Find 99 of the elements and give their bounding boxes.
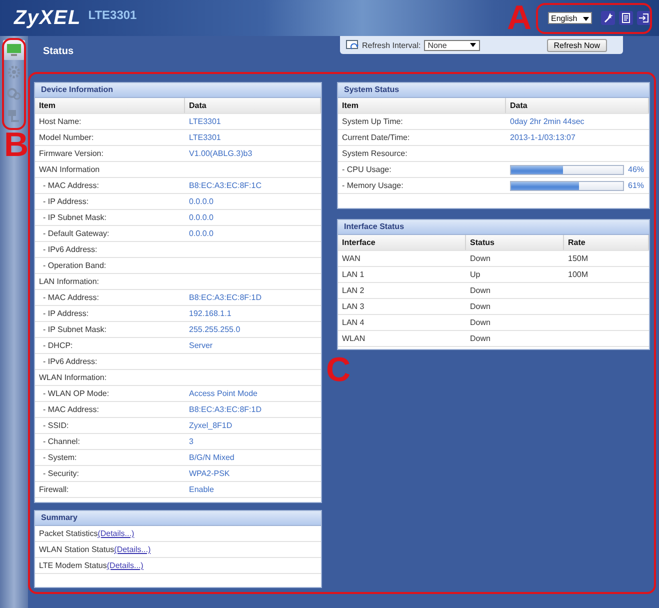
column-header: Data bbox=[506, 98, 649, 113]
table-cell-text: B8:EC:A3:EC:8F:1D bbox=[188, 405, 262, 414]
table-cell-text: - IP Subnet Mask: bbox=[42, 325, 108, 334]
table-cell-text: WLAN bbox=[341, 334, 366, 343]
panel-title: Interface Status bbox=[338, 220, 649, 235]
table-cell-text: Server bbox=[188, 341, 214, 350]
table-cell-text: Model Number: bbox=[38, 133, 95, 142]
table-cell-text: 192.168.1.1 bbox=[188, 309, 232, 318]
table-cell-text: B/G/N Mixed bbox=[188, 453, 236, 462]
page-title: Status bbox=[43, 46, 75, 57]
caret-icon bbox=[583, 16, 589, 20]
table-cell-text: System Up Time: bbox=[341, 117, 404, 126]
summary-label: LTE Modem Status bbox=[39, 561, 107, 570]
table-cell-text: Firewall: bbox=[38, 485, 70, 494]
usage-value: 61% bbox=[628, 181, 644, 190]
table-cell-text: Down bbox=[469, 318, 492, 327]
table-cell-text: LAN 4 bbox=[341, 318, 366, 327]
table-cell-text: - DHCP: bbox=[42, 341, 74, 350]
table-cell-text: Current Date/Time: bbox=[341, 133, 411, 142]
panel-title: System Status bbox=[338, 83, 649, 98]
table-cell-text: LAN 1 bbox=[341, 270, 366, 279]
table-cell-text: - Channel: bbox=[42, 437, 81, 446]
table-cell-text: - Security: bbox=[42, 469, 80, 478]
table-cell-text: WLAN Information: bbox=[38, 373, 108, 382]
callout-label: A bbox=[507, 1, 532, 35]
summary-label: Packet Statistics bbox=[39, 529, 98, 538]
table-cell-text: B8:EC:A3:EC:8F:1C bbox=[188, 181, 262, 190]
table-cell-text: Down bbox=[469, 254, 492, 263]
refresh-now-button[interactable]: Refresh Now bbox=[546, 38, 607, 52]
table-cell-text: Host Name: bbox=[38, 117, 82, 126]
table-cell-text: Down bbox=[469, 334, 492, 343]
table-cell-text: Firmware Version: bbox=[38, 149, 104, 158]
column-header: Item bbox=[338, 98, 506, 113]
table-cell-text: Up bbox=[469, 270, 482, 279]
logout-icon[interactable] bbox=[637, 11, 651, 25]
table-cell-text: Access Point Mode bbox=[188, 389, 258, 398]
table-cell-text: LTE3301 bbox=[188, 117, 222, 126]
table-cell-text: 2013-1-1/03:13:07 bbox=[509, 133, 576, 142]
table-cell-text: - IPv6 Address: bbox=[42, 245, 98, 254]
table-cell-text: 100M bbox=[567, 270, 590, 279]
monitor-icon[interactable] bbox=[6, 42, 22, 58]
refresh-interval-label: Refresh Interval: bbox=[362, 40, 421, 50]
table-cell-text: LAN 3 bbox=[341, 302, 366, 311]
table-cell-text: Zyxel_8F1D bbox=[188, 421, 234, 430]
table-cell-text: - Default Gateway: bbox=[42, 229, 110, 238]
table-cell-text: LAN Information: bbox=[38, 277, 100, 286]
usage-value: 46% bbox=[628, 165, 644, 174]
table-cell-text: 0day 2hr 2min 44sec bbox=[509, 117, 586, 126]
table-cell-text: LTE3301 bbox=[188, 133, 222, 142]
column-header: Data bbox=[185, 98, 321, 113]
wizard-icon[interactable] bbox=[601, 11, 615, 25]
table-cell-text: Down bbox=[469, 286, 492, 295]
table-cell-text: - MAC Address: bbox=[42, 293, 100, 302]
panel-title: Device Information bbox=[35, 83, 321, 98]
language-select[interactable]: English bbox=[548, 12, 592, 24]
table-cell-text: WPA2-PSK bbox=[188, 469, 231, 478]
table-cell-text: Enable bbox=[188, 485, 215, 494]
table-cell-text: 3 bbox=[188, 437, 194, 446]
logo: ZyXEL bbox=[14, 6, 82, 30]
table-cell-text: - SSID: bbox=[42, 421, 70, 430]
table-cell-text: Down bbox=[469, 302, 492, 311]
table-cell-text: B8:EC:A3:EC:8F:1D bbox=[188, 293, 262, 302]
caret-icon bbox=[470, 43, 476, 47]
column-header: Status bbox=[466, 235, 564, 250]
callout-label: B bbox=[4, 128, 29, 162]
details-link[interactable]: (Details...) bbox=[106, 561, 144, 570]
table-cell-text: 150M bbox=[567, 254, 590, 263]
table-cell-text: LAN 2 bbox=[341, 286, 366, 295]
details-link[interactable]: (Details...) bbox=[98, 529, 134, 538]
notepad-icon[interactable] bbox=[619, 11, 633, 25]
column-header: Item bbox=[35, 98, 185, 113]
panel-title: Summary bbox=[35, 511, 321, 526]
table-cell-text: - IP Address: bbox=[42, 197, 90, 206]
table-cell-text: - MAC Address: bbox=[42, 181, 100, 190]
model-name: LTE3301 bbox=[88, 8, 137, 22]
table-cell-text: V1.00(ABLG.3)b3 bbox=[188, 149, 254, 158]
table-cell-text: System Resource: bbox=[341, 149, 408, 158]
table-cell-text: - IPv6 Address: bbox=[42, 357, 98, 366]
table-cell-text: - IP Address: bbox=[42, 309, 90, 318]
table-cell-text: WAN bbox=[341, 254, 362, 263]
refresh-interval-select[interactable]: None bbox=[424, 40, 480, 50]
column-header: Interface bbox=[338, 235, 466, 250]
table-cell-text: WAN Information bbox=[38, 165, 101, 174]
table-cell-text: - Operation Band: bbox=[42, 261, 108, 270]
column-header: Rate bbox=[564, 235, 649, 250]
table-cell-text: - System: bbox=[42, 453, 78, 462]
table-cell-text: 255.255.255.0 bbox=[188, 325, 242, 334]
table-cell-text: - WLAN OP Mode: bbox=[42, 389, 110, 398]
table-cell-text: - MAC Address: bbox=[42, 405, 100, 414]
refresh-icon bbox=[346, 40, 359, 50]
table-cell-text: - CPU Usage: bbox=[341, 165, 392, 174]
details-link[interactable]: (Details...) bbox=[114, 545, 151, 554]
table-cell-text: - IP Subnet Mask: bbox=[42, 213, 108, 222]
table-cell-text: - Memory Usage: bbox=[341, 181, 404, 190]
table-cell-text: 0.0.0.0 bbox=[188, 229, 214, 238]
table-cell-text: 0.0.0.0 bbox=[188, 213, 214, 222]
summary-label: WLAN Station Status bbox=[39, 545, 114, 554]
table-cell-text: 0.0.0.0 bbox=[188, 197, 214, 206]
callout-label: C bbox=[326, 353, 351, 387]
